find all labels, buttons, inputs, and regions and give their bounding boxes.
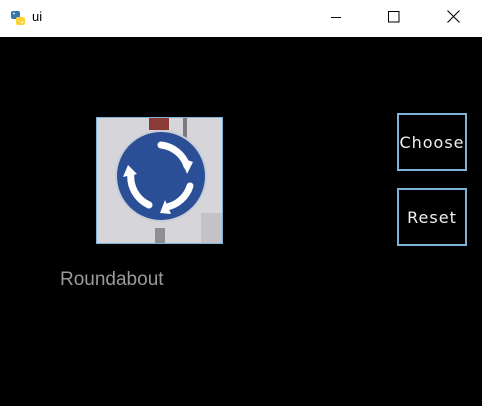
app-window: ui Roundabout Choose Reset [0, 0, 482, 406]
main-panel: Roundabout Choose Reset [0, 37, 482, 406]
maximize-button[interactable] [365, 0, 423, 37]
minimize-icon [330, 10, 342, 28]
sign-image [96, 117, 223, 244]
minimize-button[interactable] [307, 0, 365, 37]
maximize-icon [388, 10, 400, 28]
window-title: ui [32, 9, 43, 24]
title-bar[interactable]: ui [0, 0, 482, 37]
choose-button[interactable]: Choose [397, 113, 467, 171]
close-button[interactable] [424, 0, 482, 37]
python-icon [10, 10, 26, 26]
close-icon [446, 9, 460, 28]
prediction-label: Roundabout [60, 269, 164, 290]
reset-button[interactable]: Reset [397, 188, 467, 246]
